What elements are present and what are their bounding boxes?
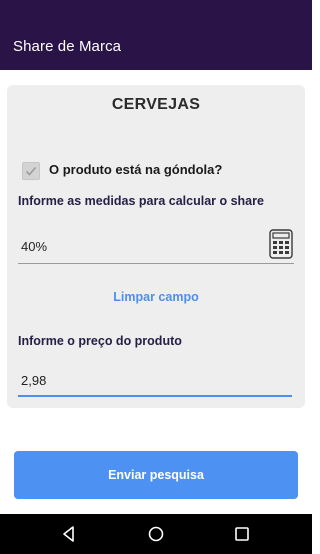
share-value: 40% xyxy=(21,239,48,254)
price-field[interactable]: 2,98 xyxy=(18,361,292,397)
category-title: CERVEJAS xyxy=(111,96,201,113)
price-instructions: Informe o preço do produto xyxy=(18,334,182,348)
system-navigation-bar xyxy=(0,514,312,554)
clear-field-button[interactable]: Limpar campo xyxy=(7,290,305,304)
check-icon xyxy=(25,166,37,176)
app-bar-title: Share de Marca xyxy=(13,38,122,55)
submit-survey-button[interactable]: Enviar pesquisa xyxy=(14,451,298,499)
measure-instructions: Informe as medidas para calcular o share xyxy=(18,194,264,208)
calculator-button[interactable] xyxy=(268,229,294,259)
recents-button[interactable] xyxy=(232,524,252,544)
back-button[interactable] xyxy=(59,524,79,544)
submit-survey-label: Enviar pesquisa xyxy=(108,468,204,482)
in-shelf-checkbox[interactable] xyxy=(22,162,40,180)
recents-icon xyxy=(235,527,249,541)
in-shelf-label: O produto está na góndola? xyxy=(49,162,223,177)
price-value: 2,98 xyxy=(21,373,47,388)
home-button[interactable] xyxy=(146,524,166,544)
home-icon xyxy=(148,526,164,542)
back-icon xyxy=(63,526,74,542)
calculator-icon xyxy=(269,229,293,259)
survey-card: CERVEJAS O produto está na góndola? Info… xyxy=(7,85,305,408)
share-field[interactable]: 40% xyxy=(18,225,294,264)
app-bar: Share de Marca xyxy=(0,0,312,70)
